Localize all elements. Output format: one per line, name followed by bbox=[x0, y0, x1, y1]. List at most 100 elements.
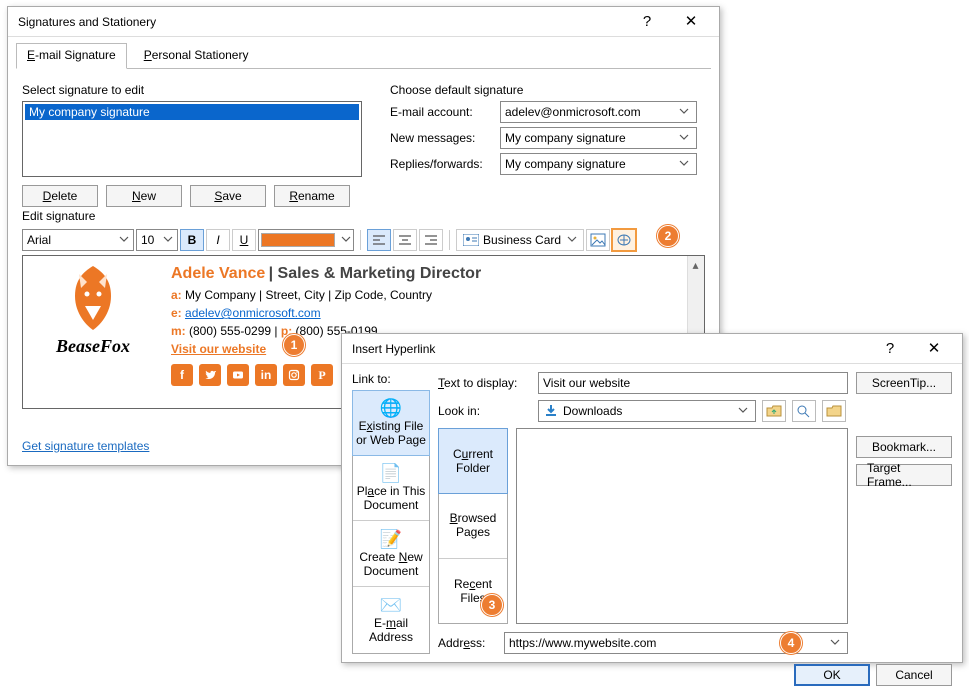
chevron-down-icon bbox=[827, 636, 843, 650]
document-icon: 📄 bbox=[380, 464, 402, 482]
screentip-button[interactable]: ScreenTip... bbox=[856, 372, 952, 394]
align-center-button[interactable] bbox=[393, 229, 417, 251]
new-messages-select[interactable]: My company signature bbox=[500, 127, 697, 149]
file-list[interactable] bbox=[516, 428, 848, 624]
brand-name: BeaseFox bbox=[23, 336, 163, 357]
titlebar: Insert Hyperlink ? ✕ bbox=[342, 334, 962, 364]
default-signature-label: Choose default signature bbox=[390, 83, 697, 97]
underline-button[interactable]: U bbox=[232, 229, 256, 251]
italic-button[interactable]: I bbox=[206, 229, 230, 251]
link-icon bbox=[616, 233, 632, 247]
titlebar: Signatures and Stationery ? ✕ bbox=[8, 7, 719, 37]
picture-icon bbox=[590, 233, 606, 247]
look-in-select[interactable]: Downloads bbox=[538, 400, 756, 422]
up-folder-button[interactable] bbox=[762, 400, 786, 422]
linkedin-icon[interactable]: in bbox=[255, 364, 277, 386]
chevron-down-icon bbox=[676, 105, 692, 119]
font-color-select[interactable] bbox=[258, 229, 354, 251]
tab-email-signature[interactable]: E-mail Signature bbox=[16, 43, 127, 69]
delete-button[interactable]: Delete bbox=[22, 185, 98, 207]
linkto-create-new[interactable]: 📝 Create New Document bbox=[353, 521, 429, 587]
align-left-button[interactable] bbox=[367, 229, 391, 251]
card-icon bbox=[463, 234, 479, 246]
target-frame-button[interactable]: Target Frame... bbox=[856, 464, 952, 486]
business-card-button[interactable]: Business Card bbox=[456, 229, 584, 251]
scroll-up-icon[interactable]: ▴ bbox=[687, 256, 704, 273]
select-signature-label: Select signature to edit bbox=[22, 83, 374, 97]
save-button[interactable]: Save bbox=[190, 185, 266, 207]
ok-button[interactable]: OK bbox=[794, 664, 870, 686]
chevron-down-icon bbox=[119, 233, 129, 247]
color-swatch bbox=[261, 233, 335, 247]
replies-forwards-label: Replies/forwards: bbox=[390, 157, 500, 171]
callout-2: 2 bbox=[657, 225, 679, 247]
insert-picture-button[interactable] bbox=[586, 229, 610, 251]
text-to-display-input[interactable]: Visit our website bbox=[538, 372, 848, 394]
document-new-icon: 📝 bbox=[380, 530, 402, 548]
callout-3: 3 bbox=[481, 594, 503, 616]
fox-icon bbox=[61, 262, 125, 332]
mail-icon: ✉️ bbox=[380, 596, 402, 614]
search-web-icon bbox=[796, 404, 812, 418]
chevron-down-icon bbox=[735, 404, 751, 418]
window-title: Insert Hyperlink bbox=[352, 342, 868, 356]
sig-job-title: Sales & Marketing Director bbox=[278, 265, 482, 282]
get-templates-link[interactable]: Get signature templates bbox=[22, 439, 149, 453]
signature-list[interactable]: My company signature bbox=[22, 101, 362, 177]
instagram-icon[interactable] bbox=[283, 364, 305, 386]
insert-hyperlink-button[interactable] bbox=[612, 229, 636, 251]
bold-button[interactable]: B bbox=[180, 229, 204, 251]
chevron-down-icon bbox=[676, 131, 692, 145]
linkto-place-in-doc[interactable]: 📄 Place in This Document bbox=[353, 455, 429, 521]
sig-website-link[interactable]: Visit our website bbox=[171, 342, 266, 356]
insert-hyperlink-dialog: Insert Hyperlink ? ✕ Link to: 🌐 Existing… bbox=[341, 333, 963, 663]
text-to-display-label: Text to display: bbox=[438, 376, 532, 390]
tab-strip: E-mail Signature Personal Stationery bbox=[16, 43, 711, 69]
window-title: Signatures and Stationery bbox=[18, 15, 625, 29]
chevron-down-icon bbox=[341, 233, 351, 247]
facebook-icon[interactable]: f bbox=[171, 364, 193, 386]
link-to-label: Link to: bbox=[352, 372, 430, 386]
replies-forwards-select[interactable]: My company signature bbox=[500, 153, 697, 175]
page-globe-icon: 🌐 bbox=[380, 399, 402, 417]
logo: BeaseFox bbox=[33, 262, 153, 386]
cancel-button[interactable]: Cancel bbox=[876, 664, 952, 686]
sig-address: My Company | Street, City | Zip Code, Co… bbox=[185, 288, 432, 302]
help-icon[interactable]: ? bbox=[868, 335, 912, 363]
current-folder-tab[interactable]: CurrentFolder bbox=[438, 428, 508, 494]
callout-1: 1 bbox=[283, 334, 305, 356]
help-icon[interactable]: ? bbox=[625, 8, 669, 36]
pinterest-icon[interactable]: P bbox=[311, 364, 333, 386]
formatting-toolbar: Arial 10 B I U Business Card bbox=[22, 229, 705, 251]
folder-open-icon bbox=[826, 404, 842, 418]
new-messages-label: New messages: bbox=[390, 131, 500, 145]
browsed-pages-tab[interactable]: BrowsedPages bbox=[439, 493, 507, 558]
chevron-down-icon bbox=[676, 157, 692, 171]
bookmark-button[interactable]: Bookmark... bbox=[856, 436, 952, 458]
email-account-label: E-mail account: bbox=[390, 105, 500, 119]
tab-personal-stationery[interactable]: Personal Stationery bbox=[133, 43, 260, 69]
signature-list-item[interactable]: My company signature bbox=[25, 104, 359, 120]
browse-file-button[interactable] bbox=[822, 400, 846, 422]
email-account-select[interactable]: adelev@onmicrosoft.com bbox=[500, 101, 697, 123]
twitter-icon[interactable] bbox=[199, 364, 221, 386]
font-family-select[interactable]: Arial bbox=[22, 229, 134, 251]
link-to-options: 🌐 Existing File or Web Page 📄 Place in T… bbox=[352, 390, 430, 654]
rename-button[interactable]: Rename bbox=[274, 185, 350, 207]
browse-web-button[interactable] bbox=[792, 400, 816, 422]
callout-4: 4 bbox=[780, 632, 802, 654]
linkto-existing-file[interactable]: 🌐 Existing File or Web Page bbox=[352, 390, 430, 456]
address-label: Address: bbox=[438, 636, 498, 650]
align-right-button[interactable] bbox=[419, 229, 443, 251]
download-arrow-icon bbox=[543, 403, 559, 419]
linkto-email[interactable]: ✉️ E-mail Address bbox=[353, 587, 429, 653]
close-icon[interactable]: ✕ bbox=[669, 8, 713, 36]
edit-signature-label: Edit signature bbox=[22, 209, 705, 223]
new-button[interactable]: New bbox=[106, 185, 182, 207]
look-in-label: Look in: bbox=[438, 404, 532, 418]
sig-email-link[interactable]: adelev@onmicrosoft.com bbox=[185, 306, 321, 320]
youtube-icon[interactable] bbox=[227, 364, 249, 386]
folder-up-icon bbox=[766, 404, 782, 418]
font-size-select[interactable]: 10 bbox=[136, 229, 178, 251]
close-icon[interactable]: ✕ bbox=[912, 335, 956, 363]
